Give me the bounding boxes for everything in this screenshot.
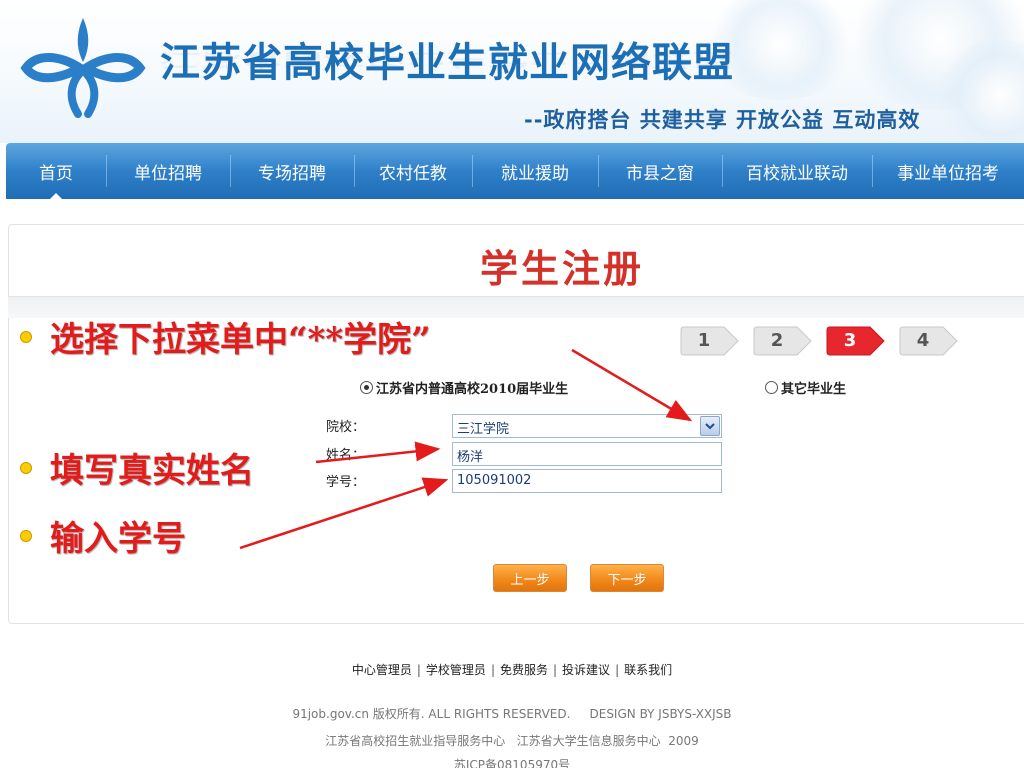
student-id-label: 学号： bbox=[326, 475, 366, 490]
nav-item-label: 专场招聘 bbox=[258, 163, 326, 184]
name-label: 姓名： bbox=[326, 448, 366, 463]
footer-copyright: 91job.gov.cn 版权所有. ALL RIGHTS RESERVED. … bbox=[292, 707, 732, 721]
nav-item-label: 首页 bbox=[39, 163, 73, 184]
footer-link-school-admin[interactable]: 学校管理员 bbox=[426, 663, 486, 677]
site-slogan: --政府搭台 共建共享 开放公益 互动高效 bbox=[524, 108, 921, 132]
prev-step-button[interactable]: 上一步 bbox=[493, 564, 567, 592]
step-number: 3 bbox=[843, 330, 857, 351]
divider: | bbox=[490, 663, 495, 677]
divider: | bbox=[553, 663, 558, 677]
student-id-input[interactable]: 105091002 bbox=[452, 469, 722, 493]
school-select-value: 三江学院 bbox=[457, 422, 510, 437]
jiangsu-alliance-logo-icon[interactable] bbox=[18, 10, 148, 120]
nav-item-label: 农村任教 bbox=[379, 163, 447, 184]
divider: | bbox=[615, 663, 620, 677]
divider: | bbox=[416, 663, 421, 677]
school-select[interactable]: 三江学院 bbox=[452, 414, 722, 438]
footer-links: 中心管理员 | 学校管理员 | 免费服务 | 投诉建议 | 联系我们 bbox=[0, 661, 1024, 678]
radio-label: 江苏省内普通高校2010届毕业生 bbox=[376, 382, 569, 397]
step-2: 2 bbox=[753, 324, 815, 358]
bullet-icon bbox=[20, 331, 32, 343]
nav-item-employment-aid[interactable]: 就业援助 bbox=[472, 143, 598, 199]
bullet-icon bbox=[20, 530, 32, 542]
annotation-select-school: 选择下拉菜单中“**学院” bbox=[50, 320, 431, 360]
radio-label: 其它毕业生 bbox=[781, 382, 847, 397]
footer-organization: 江苏省高校招生就业指导服务中心 江苏省大学生信息服务中心 2009 bbox=[325, 734, 699, 748]
step-1: 1 bbox=[680, 324, 742, 358]
page-title: 学生注册 bbox=[480, 246, 645, 291]
nav-item-label: 事业单位招考 bbox=[897, 163, 999, 184]
nav-item-city-window[interactable]: 市县之窗 bbox=[598, 143, 722, 199]
nav-item-public-exam[interactable]: 事业单位招考 bbox=[872, 143, 1024, 199]
nav-item-rural-teaching[interactable]: 农村任教 bbox=[354, 143, 472, 199]
nav-item-label: 百校就业联动 bbox=[746, 163, 848, 184]
name-input[interactable]: 杨洋 bbox=[452, 442, 722, 466]
footer-link-free-service[interactable]: 免费服务 bbox=[500, 663, 548, 677]
footer-link-center-admin[interactable]: 中心管理员 bbox=[352, 663, 412, 677]
nav-item-label: 单位招聘 bbox=[134, 163, 202, 184]
footer-link-complaint[interactable]: 投诉建议 bbox=[562, 663, 610, 677]
step-number: 2 bbox=[770, 330, 784, 351]
nav-item-special-fairs[interactable]: 专场招聘 bbox=[230, 143, 354, 199]
school-label: 院校： bbox=[326, 420, 366, 435]
step-3-current: 3 bbox=[826, 324, 888, 358]
nav-item-label: 市县之窗 bbox=[626, 163, 694, 184]
nav-item-company-jobs[interactable]: 单位招聘 bbox=[106, 143, 230, 199]
bullet-icon bbox=[20, 462, 32, 474]
step-4: 4 bbox=[899, 324, 961, 358]
radio-jiangsu-graduate[interactable]: 江苏省内普通高校2010届毕业生 bbox=[360, 378, 568, 397]
footer-link-contact[interactable]: 联系我们 bbox=[624, 663, 672, 677]
radio-other-graduate[interactable]: 其它毕业生 bbox=[765, 378, 846, 397]
radio-checked-icon[interactable] bbox=[360, 381, 373, 394]
annotation-fill-name: 填写真实姓名 bbox=[50, 451, 254, 491]
nav-item-school-linkage[interactable]: 百校就业联动 bbox=[722, 143, 872, 199]
radio-unchecked-icon[interactable] bbox=[765, 381, 778, 394]
footer-icp[interactable]: 苏ICP备08105970号 bbox=[0, 756, 1024, 768]
main-nav: 首页 单位招聘 专场招聘 农村任教 就业援助 市县之窗 百校就业联动 事业单位招… bbox=[6, 143, 1024, 200]
nav-item-home[interactable]: 首页 bbox=[6, 143, 106, 200]
next-step-button[interactable]: 下一步 bbox=[590, 564, 664, 592]
site-title-reflection: 江苏省高校毕业生就业网络联盟 bbox=[160, 48, 734, 70]
nav-item-label: 就业援助 bbox=[501, 163, 569, 184]
site-header: 江苏省高校毕业生就业网络联盟 江苏省高校毕业生就业网络联盟 --政府搭台 共建共… bbox=[0, 0, 1024, 143]
step-number: 4 bbox=[916, 330, 930, 351]
annotation-enter-id: 输入学号 bbox=[50, 519, 186, 559]
chevron-down-icon[interactable] bbox=[700, 416, 720, 436]
step-number: 1 bbox=[697, 330, 711, 351]
